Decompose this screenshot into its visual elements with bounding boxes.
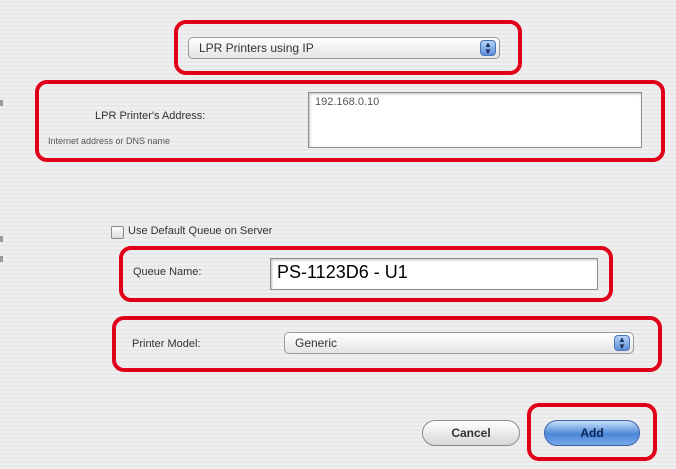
default-queue-checkbox[interactable] [111,226,124,239]
queue-name-label: Queue Name: [133,266,202,278]
protocol-popup[interactable]: LPR Printers using IP ▲ ▼ [188,37,500,59]
address-hint: Internet address or DNS name [48,136,171,146]
popup-arrows-icon: ▲ ▼ [480,40,496,56]
printer-model-popup[interactable]: Generic ▲ ▼ [284,332,634,354]
address-label: LPR Printer's Address: [95,110,206,122]
address-value: 192.168.0.10 [315,96,380,108]
protocol-popup-value: LPR Printers using IP [199,41,314,55]
cancel-button[interactable]: Cancel [422,420,520,446]
edge-mark [0,256,3,262]
address-field[interactable]: 192.168.0.10 [308,92,642,148]
edge-mark [0,100,3,106]
edge-mark [0,236,3,242]
default-queue-label: Use Default Queue on Server [128,225,273,237]
printer-model-value: Generic [295,336,338,350]
add-button[interactable]: Add [544,420,640,446]
queue-name-field[interactable]: PS-1123D6 - U1 [270,258,598,290]
popup-arrows-icon: ▲ ▼ [614,335,630,351]
queue-name-value: PS-1123D6 - U1 [277,262,408,282]
printer-model-label: Printer Model: [132,338,201,350]
